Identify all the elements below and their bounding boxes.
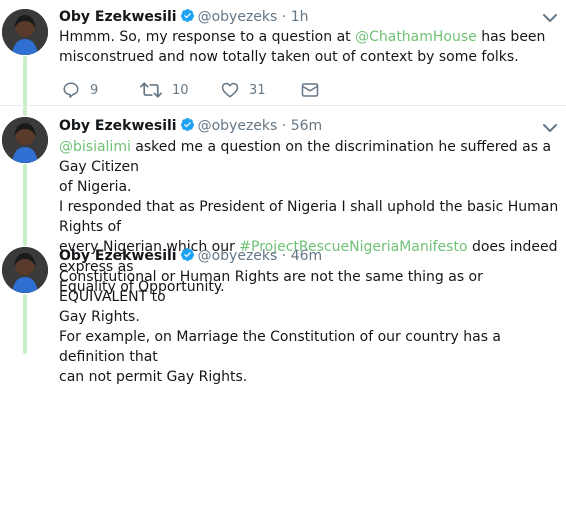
reply-icon: [62, 81, 80, 99]
tweet-text-segment: Constitutional or Human Rights are not t…: [59, 269, 483, 305]
heart-icon: [221, 81, 239, 99]
timestamp[interactable]: 46m: [291, 248, 322, 264]
handle[interactable]: @obyezeks: [198, 9, 278, 25]
tweet-text-line: @bisialimi asked me a question on the di…: [59, 137, 559, 177]
tweet-header: Oby Ezekwesili @obyezeks · 56m: [59, 116, 536, 136]
tweet-header: Oby Ezekwesili @obyezeks · 1h: [59, 7, 536, 27]
tweet-text-line: can not permit Gay Rights.: [59, 367, 559, 387]
retweet-button[interactable]: 10: [140, 80, 189, 100]
mention-link[interactable]: @ChathamHouse: [355, 29, 477, 45]
display-name[interactable]: Oby Ezekwesili: [59, 118, 177, 134]
avatar[interactable]: [2, 9, 48, 55]
retweet-icon: [140, 81, 162, 99]
timestamp[interactable]: 56m: [291, 118, 322, 134]
tweet-header: Oby Ezekwesili @obyezeks · 46m: [59, 246, 536, 266]
separator: ·: [281, 248, 287, 264]
tweet-text-segment: Gay Rights.: [59, 309, 140, 325]
tweet-text-segment: has been: [476, 29, 546, 45]
thread-connector: [23, 294, 27, 354]
tweet-thread: Oby Ezekwesili @obyezeks · 1h Hmmm. So, m…: [0, 0, 566, 385]
avatar[interactable]: [2, 117, 48, 163]
retweet-count: 10: [172, 82, 189, 98]
like-count: 31: [249, 82, 266, 98]
tweet[interactable]: Oby Ezekwesili @obyezeks · 56m @bisialimi…: [0, 106, 566, 295]
direct-message-button[interactable]: [301, 80, 319, 100]
tweet-text-segment: I responded that as President of Nigeria…: [59, 199, 559, 235]
avatar[interactable]: [2, 247, 48, 293]
tweet-text: Hmmm. So, my response to a question at @…: [59, 27, 559, 67]
thread-connector: [23, 164, 27, 240]
verified-badge-icon: [180, 8, 195, 29]
tweet-text-segment: can not permit Gay Rights.: [59, 369, 248, 385]
tweet-text-line: Constitutional or Human Rights are not t…: [59, 267, 559, 307]
separator: ·: [281, 118, 287, 134]
handle[interactable]: @obyezeks: [198, 248, 278, 264]
envelope-icon: [301, 82, 319, 98]
tweet-text-line: For example, on Marriage the Constitutio…: [59, 327, 559, 367]
tweet-text-line: of Nigeria.: [59, 177, 559, 197]
tweet-text-segment: asked me a question on the discriminatio…: [59, 139, 552, 175]
like-button[interactable]: 31: [221, 80, 266, 100]
tweet[interactable]: Oby Ezekwesili @obyezeks · 1h Hmmm. So, m…: [0, 0, 566, 106]
tweet-text-line: misconstrued and now totally taken out o…: [59, 47, 559, 67]
reply-button[interactable]: 9: [62, 80, 98, 100]
thread-connector: [23, 56, 27, 106]
thread-connector: [23, 236, 27, 246]
tweet[interactable]: Oby Ezekwesili @obyezeks · 46m Constituti…: [0, 236, 566, 385]
tweet-text-segment: For example, on Marriage the Constitutio…: [59, 329, 502, 365]
tweet-text-line: I responded that as President of Nigeria…: [59, 197, 559, 237]
separator: ·: [281, 9, 287, 25]
tweet-text-segment: Hmmm. So, my response to a question at: [59, 29, 356, 45]
display-name[interactable]: Oby Ezekwesili: [59, 9, 177, 25]
timestamp[interactable]: 1h: [291, 9, 309, 25]
handle[interactable]: @obyezeks: [198, 118, 278, 134]
display-name[interactable]: Oby Ezekwesili: [59, 248, 177, 264]
verified-badge-icon: [180, 247, 195, 268]
tweet-text-segment: of Nigeria.: [59, 179, 132, 195]
tweet-text-segment: misconstrued and now totally taken out o…: [59, 49, 519, 65]
verified-badge-icon: [180, 117, 195, 138]
mention-link[interactable]: @bisialimi: [59, 139, 131, 155]
tweet-text-line: Gay Rights.: [59, 307, 559, 327]
tweet-text-line: Hmmm. So, my response to a question at @…: [59, 27, 559, 47]
thread-connector: [23, 106, 27, 116]
tweet-text: Constitutional or Human Rights are not t…: [59, 267, 559, 387]
reply-count: 9: [90, 82, 99, 98]
chevron-down-icon[interactable]: [542, 120, 558, 136]
chevron-down-icon[interactable]: [542, 10, 558, 26]
